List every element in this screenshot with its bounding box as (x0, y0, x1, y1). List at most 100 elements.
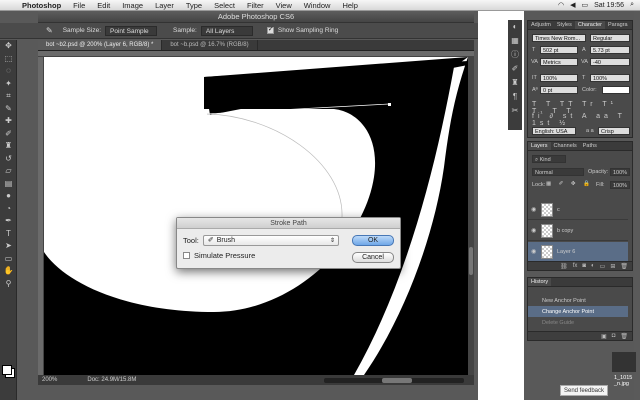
menu-type[interactable]: Type (180, 1, 208, 10)
brush-panel-icon[interactable]: ✐ (508, 62, 522, 76)
eraser-tool-icon[interactable]: ▱ (0, 165, 17, 178)
folder-icon[interactable]: ▭ (600, 263, 606, 270)
leading-input[interactable]: 5.73 pt (590, 46, 630, 54)
language-select[interactable]: English: USA (532, 127, 576, 135)
baseline-shift-input[interactable]: 0 pt (540, 86, 578, 94)
lock-buttons[interactable]: ▦ ✐ ✥ 🔒 (546, 181, 593, 187)
send-feedback-button[interactable]: Send feedback (560, 385, 608, 396)
menu-filter[interactable]: Filter (241, 1, 270, 10)
foreground-color-swatch[interactable] (2, 365, 12, 375)
quick-select-tool-icon[interactable]: ✦ (0, 78, 17, 91)
search-icon[interactable]: ⌕ (630, 1, 634, 9)
fill-input[interactable]: 100% (610, 181, 630, 189)
opacity-input[interactable]: 100% (610, 168, 630, 176)
kerning-select[interactable]: Metrics (540, 58, 578, 66)
tab-channels[interactable]: Channels (551, 142, 580, 150)
vertical-scale-input[interactable]: 100% (540, 74, 578, 82)
simulate-pressure-checkbox[interactable] (183, 252, 190, 259)
visibility-eye-icon[interactable]: ◉ (531, 227, 537, 234)
marquee-tool-icon[interactable]: ⬚ (0, 53, 17, 66)
menu-help[interactable]: Help (336, 1, 363, 10)
tab-bot-b2[interactable]: bot ~b2.psd @ 200% (Layer 6, RGB/8) * (38, 40, 163, 50)
antialias-select[interactable]: Crisp (598, 127, 630, 135)
adjustment-icon[interactable]: ◐ (591, 263, 595, 269)
camera-icon[interactable]: ◘ (612, 333, 616, 339)
font-size-input[interactable]: 502 pt (540, 46, 578, 54)
menu-view[interactable]: View (270, 1, 298, 10)
battery-icon[interactable]: ▭ (581, 1, 588, 9)
tab-bot-b[interactable]: bot ~b.psd @ 16.7% (RGB/8) (162, 40, 258, 50)
desktop-file-label[interactable]: 1_1015 _n.jpg (614, 375, 638, 387)
lasso-tool-icon[interactable]: ◌ (0, 65, 17, 78)
font-style-select[interactable]: Regular (590, 34, 630, 42)
info-panel-icon[interactable]: ⓘ (508, 48, 522, 62)
tab-layers[interactable]: Layers (528, 142, 551, 150)
eyedropper-icon[interactable]: ✎ (0, 103, 17, 116)
scroll-thumb[interactable] (469, 247, 473, 275)
sample-size-select[interactable]: Point Sample (105, 25, 157, 36)
ok-button[interactable]: OK (352, 235, 394, 246)
brush-tool-icon[interactable]: ✐ (0, 128, 17, 141)
trash-icon[interactable]: 🗑 (620, 333, 628, 340)
healing-tool-icon[interactable]: ✚ (0, 115, 17, 128)
tracking-select[interactable]: -40 (590, 58, 630, 66)
mask-icon[interactable]: ◙ (582, 263, 586, 269)
volume-icon[interactable]: ◀ (570, 1, 575, 9)
history-item-dim[interactable]: Delete Guide (528, 317, 628, 328)
menu-app-name[interactable]: Photoshop (16, 1, 67, 10)
eyedropper-tool-icon[interactable]: ✎ (46, 26, 53, 35)
opentype-buttons[interactable]: fi ∂ st A aa T 1st ½ (532, 113, 632, 127)
tool-select[interactable]: ✐ Brush ⇕ (202, 235, 339, 246)
canvas-vertical-scrollbar[interactable] (468, 57, 474, 375)
path-select-tool-icon[interactable]: ➤ (0, 240, 17, 253)
menu-select[interactable]: Select (208, 1, 241, 10)
layer-filter-select[interactable]: ⌕ Kind (532, 155, 566, 163)
menu-file[interactable]: File (67, 1, 91, 10)
gradient-tool-icon[interactable]: ▤ (0, 178, 17, 191)
fx-icon[interactable]: fx (573, 263, 578, 269)
history-brush-icon[interactable]: ↺ (0, 153, 17, 166)
sample-select[interactable]: All Layers (200, 25, 253, 36)
new-layer-icon[interactable]: ⊞ (610, 263, 615, 270)
pen-tool-icon[interactable]: ✒ (0, 215, 17, 228)
layer-row[interactable]: ◉ c (528, 200, 628, 220)
show-ring-checkbox[interactable] (266, 25, 274, 34)
color-panel-icon[interactable]: ◐ (508, 20, 522, 34)
clone-panel-icon[interactable]: ♜ (508, 76, 522, 90)
clock[interactable]: Sat 19:56 (594, 2, 624, 9)
crop-tool-icon[interactable]: ⌗ (0, 90, 17, 103)
layer-row[interactable]: ◉ b copy (528, 221, 628, 241)
paragraph-panel-icon[interactable]: ¶ (508, 90, 522, 104)
horizontal-scale-input[interactable]: 100% (590, 74, 630, 82)
menu-layer[interactable]: Layer (149, 1, 180, 10)
menu-window[interactable]: Window (298, 1, 337, 10)
desktop-file-thumbnail[interactable] (612, 352, 636, 372)
visibility-eye-icon[interactable]: ◉ (531, 248, 537, 255)
tab-styles[interactable]: Styles (554, 21, 575, 29)
visibility-eye-icon[interactable]: ◉ (531, 206, 537, 213)
horizontal-scrollbar[interactable] (324, 377, 464, 383)
swatches-panel-icon[interactable]: ▦ (508, 34, 522, 48)
trash-icon[interactable]: 🗑 (620, 263, 628, 270)
cancel-button[interactable]: Cancel (352, 252, 394, 263)
blend-mode-select[interactable]: Normal (532, 168, 584, 176)
blur-tool-icon[interactable]: ● (0, 190, 17, 203)
link-icon[interactable]: ⛓ (560, 263, 568, 270)
tab-history[interactable]: History (528, 278, 552, 286)
type-tool-icon[interactable]: T (0, 228, 17, 241)
tab-paragraph[interactable]: Paragra (605, 21, 631, 29)
menu-image[interactable]: Image (116, 1, 149, 10)
layer-row-selected[interactable]: ◉ Layer 6 (528, 242, 628, 262)
tab-adjustments[interactable]: Adjustm (528, 21, 554, 29)
document-canvas[interactable] (44, 57, 468, 375)
zoom-level[interactable]: 200% (42, 377, 57, 383)
tab-character[interactable]: Character (574, 21, 606, 29)
font-family-select[interactable]: Times New Rom... (532, 34, 586, 42)
zoom-tool-icon[interactable]: ⚲ (0, 278, 17, 291)
move-tool-icon[interactable]: ✥ (0, 40, 17, 53)
hand-tool-icon[interactable]: ✋ (0, 265, 17, 278)
menu-edit[interactable]: Edit (91, 1, 116, 10)
stamp-tool-icon[interactable]: ♜ (0, 140, 17, 153)
tools-panel-icon[interactable]: ✂ (508, 104, 522, 118)
tab-paths[interactable]: Paths (580, 142, 600, 150)
